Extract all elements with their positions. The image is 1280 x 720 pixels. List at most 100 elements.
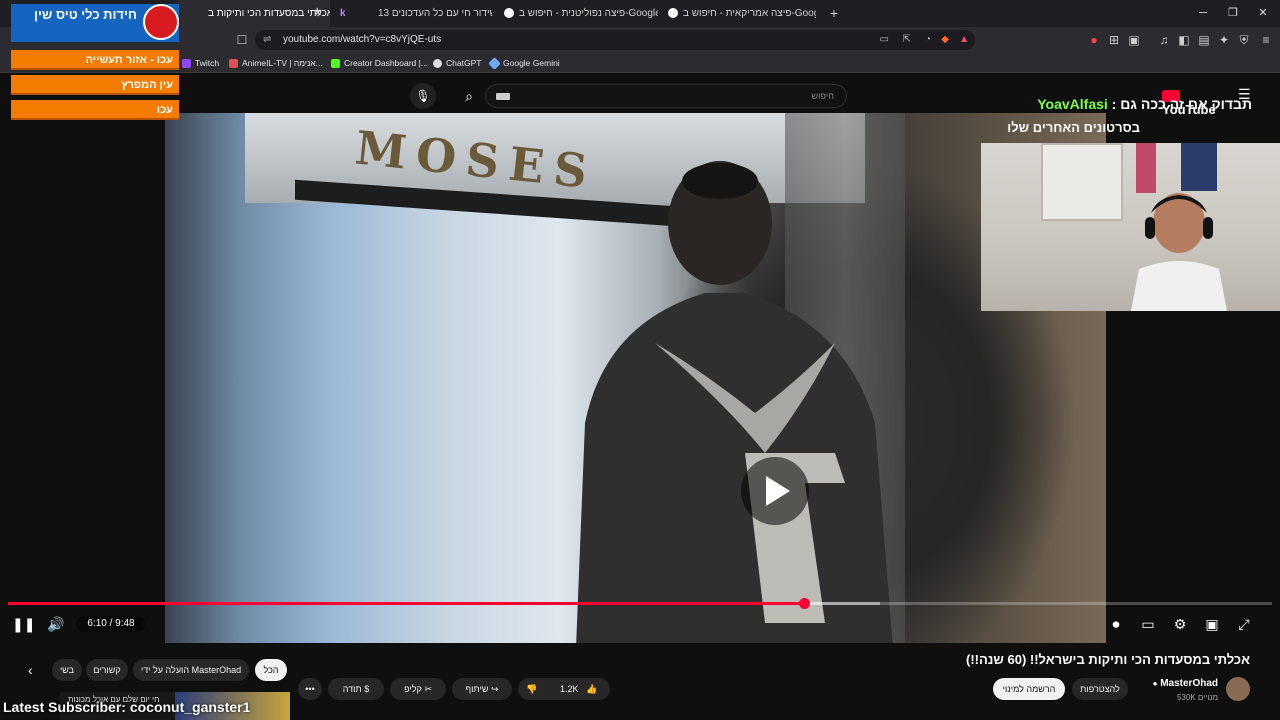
subtitles-icon[interactable]: ▭ (1138, 614, 1158, 634)
subscriber-count: 530K מנויים (1176, 693, 1218, 702)
google-icon (668, 8, 678, 19)
dislike-icon[interactable]: 👎 (526, 678, 537, 700)
url-text: youtube.com/watch?v=c8vYjQE-uts (283, 34, 442, 45)
streamer-webcam (981, 143, 1280, 311)
overlay-check-name: YoavAlfasi (1037, 96, 1108, 112)
progress-buffered (804, 602, 881, 605)
kick-icon (331, 59, 340, 69)
settings-gear-icon[interactable]: ⚙ (1170, 614, 1190, 634)
bookmark-icon[interactable]: ☐ (234, 33, 250, 47)
voice-search-icon[interactable]: 🎙 (410, 83, 436, 109)
like-icon[interactable]: 👍 (586, 678, 597, 700)
google-icon (504, 8, 514, 19)
video-person (576, 161, 893, 643)
volume-icon[interactable]: 🔊 (46, 614, 66, 634)
play-button[interactable] (741, 457, 809, 525)
chatgpt-icon (433, 59, 442, 69)
extension-icon[interactable]: ⊞ (1106, 33, 1122, 47)
new-tab-button[interactable]: + (824, 0, 844, 27)
autoplay-toggle[interactable]: ⏺ (1104, 614, 1128, 634)
thanks-button[interactable]: תודה $ (328, 678, 384, 700)
search-icon[interactable]: ⌕ (452, 84, 486, 108)
brave-rewards-icon[interactable]: ▲ (959, 30, 969, 50)
vpn-icon[interactable]: ⛨ (1236, 33, 1252, 47)
tab-search-american-label: פיצה אמריקאית - חיפוש ב-Google (683, 8, 816, 19)
gemini-icon (488, 57, 501, 71)
progress-bar[interactable] (8, 598, 1272, 609)
share-icon[interactable]: ⇱ (903, 30, 911, 50)
chip-related[interactable]: קשורים (86, 659, 128, 681)
bookmark-twitch-label: Twitch (195, 58, 220, 68)
bookmark-gemini-label: Google Gemini (503, 58, 560, 68)
bookmark-gemini[interactable]: Google Gemini (488, 53, 560, 73)
clip-button[interactable]: קליפ ✂ (390, 678, 446, 700)
more-actions-button[interactable]: ••• (298, 678, 322, 700)
webcam-window (1041, 143, 1123, 221)
chip-more[interactable]: בשי (52, 659, 82, 681)
clip-label: קליפ (404, 684, 422, 694)
theater-mode-icon[interactable]: ▣ (1202, 614, 1222, 634)
video-player[interactable]: MOSES (165, 113, 1106, 643)
wallet-icon[interactable]: ▤ (1196, 33, 1212, 47)
overlay-check-text: תבדוק אם זה ככה גם : YoavAlfasi (990, 96, 1252, 116)
verified-icon: ● (1152, 679, 1158, 688)
like-count[interactable]: 1.2K (560, 678, 579, 700)
quiz-row: עכו (11, 100, 179, 120)
pause-button[interactable]: ❚❚ (12, 614, 35, 634)
chip-all[interactable]: הכל (255, 659, 287, 681)
like-dislike-group: 👎 1.2K 👍 (518, 678, 610, 700)
leo-ai-icon[interactable]: ✦ (1216, 33, 1232, 47)
share-label: שיתוף (465, 684, 489, 694)
rss-icon[interactable]: ◔ (925, 30, 931, 50)
install-icon[interactable]: ▭ (880, 30, 889, 50)
latest-subscriber-text: Latest Subscriber: coconut_ganster1 (3, 699, 251, 715)
share-button[interactable]: שיתוף ↪ (452, 678, 512, 700)
sidebar-icon[interactable]: ◧ (1176, 33, 1192, 47)
tab-search-american[interactable]: פיצה אמריקאית - חיפוש ב-Google (664, 0, 816, 27)
quiz-row: עין המפרץ (11, 75, 179, 95)
bookmark-chatgpt[interactable]: ChatGPT (433, 53, 481, 73)
channel-avatar[interactable] (1226, 677, 1250, 701)
join-button[interactable]: להצטרפות (1072, 678, 1128, 700)
media-icon[interactable]: ♫ (1156, 33, 1172, 47)
site-info-icon[interactable]: ⇌ (263, 30, 271, 50)
quiz-logo (143, 4, 179, 40)
chip-uploaded-by[interactable]: הועלה על ידי MasterOhad (133, 659, 249, 681)
webcam-person (1131, 193, 1227, 311)
brave-shield-icon[interactable]: ◆ (941, 30, 949, 50)
tab-search-neapolitan[interactable]: פיצה נפוליטנית - חיפוש ב-Google (500, 0, 658, 27)
browser-tab-bar: אכלתי במסעדות הכי ותיקות ב ✕ k שידור חי … (0, 0, 1280, 27)
tab-kick[interactable]: k (336, 0, 364, 27)
chevron-left-icon[interactable]: ‹ (28, 662, 44, 678)
bookmark-creator-dashboard[interactable]: Creator Dashboard |... (331, 53, 428, 73)
keyboard-icon[interactable] (496, 93, 510, 100)
time-display: 6:10 / 9:48 (76, 616, 146, 632)
share-arrow-icon: ↪ (490, 684, 499, 694)
thanks-icon: $ (364, 684, 370, 694)
quiz-widget: חידות כלי טיס שין עכו - אזור תעשייה עין … (11, 4, 179, 120)
maximize-icon[interactable]: ❐ (1216, 0, 1250, 27)
extension-camera-icon[interactable]: ▣ (1126, 33, 1142, 47)
bookmark-twitch[interactable]: Twitch (182, 53, 219, 73)
bookmark-animeil[interactable]: AnimeIL-TV | אנימה... (229, 53, 323, 73)
webcam-poster-pink (1136, 143, 1156, 193)
kick-icon: k (340, 8, 346, 19)
tab-live-label: שידור חי עם כל העדכונים 13+ (378, 8, 492, 19)
address-bar-row: ☐ ⇌ youtube.com/watch?v=c8vYjQE-uts ▭ ⇱ … (0, 27, 1280, 53)
menu-icon[interactable]: ≡ (1258, 33, 1274, 47)
extension-red-icon[interactable]: ● (1086, 33, 1102, 47)
bookmark-animeil-label: AnimeIL-TV | אנימה... (242, 58, 323, 68)
channel-name[interactable]: ● MasterOhad (1148, 678, 1218, 689)
minimize-icon[interactable]: ─ (1186, 0, 1220, 27)
subscribe-button[interactable]: הרשמה למינוי (993, 678, 1065, 700)
fullscreen-icon[interactable]: ⤢ (1234, 614, 1254, 634)
quiz-header: חידות כלי טיס שין (11, 4, 179, 42)
bookmark-chatgpt-label: ChatGPT (446, 58, 482, 68)
url-input[interactable]: ⇌ youtube.com/watch?v=c8vYjQE-uts ▭ ⇱ ◔ … (255, 30, 975, 50)
tab-video-label: אכלתי במסעדות הכי ותיקות ב (208, 8, 330, 19)
close-tab-icon[interactable]: ✕ (314, 0, 322, 27)
tab-video[interactable]: אכלתי במסעדות הכי ותיקות ב ✕ (178, 0, 330, 27)
close-window-icon[interactable]: ✕ (1246, 0, 1280, 27)
search-input[interactable]: חיפוש (485, 84, 847, 108)
tab-live[interactable]: שידור חי עם כל העדכונים 13+ (372, 0, 492, 27)
